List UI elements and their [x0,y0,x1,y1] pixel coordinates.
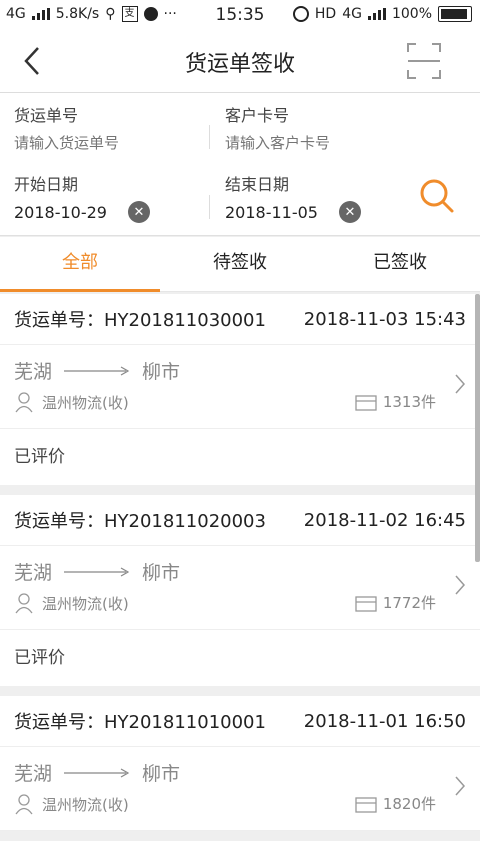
tab-pending[interactable]: 待签收 [160,237,320,291]
order-number-label: 货运单号： [14,511,104,532]
waybill-label: 货运单号 [14,106,79,125]
order-detail-row[interactable]: 芜湖 柳市 温州物流(收) 1313件 [0,345,480,429]
customer-input[interactable] [225,134,415,152]
status-bar: 4G 5.8K/s ⚲ 支 ··· 15:35 HD 4G 100% [0,0,480,30]
battery-icon [438,6,472,22]
status-right: HD 4G 100% [292,6,472,22]
route-from: 芜湖 [14,562,53,584]
carrier-name: 温州物流(收) [42,393,129,412]
battery-percent: 100% [391,6,432,22]
package-count-value: 1313件 [382,393,436,411]
route: 芜湖 柳市 [14,558,180,585]
scan-icon [407,43,441,79]
scrollbar[interactable] [475,294,480,562]
arrow-right-icon [64,767,130,778]
start-date-filter: 开始日期 2018-10-29 [14,171,204,222]
filter-panel: 货运单号 客户卡号 开始日期 2018-10-29 ✕ 结束日期 2018-11… [0,93,480,236]
package-count-value: 1772件 [382,594,436,612]
chevron-right-icon [455,575,466,595]
route-from: 芜湖 [14,763,53,785]
start-date-label: 开始日期 [14,175,79,194]
package-icon [355,796,377,813]
package-count-value: 1820件 [382,795,436,813]
signal-icon-right [367,8,386,20]
route-to: 柳市 [142,361,181,383]
start-date-field[interactable]: 2018-10-29 [14,203,204,222]
order-detail-row[interactable]: 芜湖 柳市 温州物流(收) 1820件 [0,747,480,831]
carrier: 温州物流(收) [14,793,129,815]
chevron-right-icon [455,374,466,394]
order-number: 货运单号：HY201811030001 [14,306,266,332]
order-number-label: 货运单号： [14,712,104,733]
divider [209,195,210,219]
order-datetime: 2018-11-02 16:45 [303,509,466,531]
divider [209,125,210,149]
route-from: 芜湖 [14,361,53,383]
end-date-field[interactable]: 2018-11-05 [225,203,415,222]
search-button[interactable] [418,177,456,215]
order-header: 货运单号：HY201811010001 2018-11-01 16:50 [0,696,480,747]
customer-label: 客户卡号 [225,106,290,125]
package-count: 1313件 [355,391,436,412]
route: 芜湖 柳市 [14,759,180,786]
alarm-icon [292,6,309,22]
waybill-filter: 货运单号 [14,102,204,152]
person-icon [15,794,33,815]
carrier-name: 温州物流(收) [42,795,129,814]
package-count: 1820件 [355,793,436,814]
order-card: 货运单号：HY201811020003 2018-11-02 16:45 芜湖 … [0,495,480,686]
package-icon [355,595,377,612]
route-to: 柳市 [142,763,181,785]
package-icon [355,394,377,411]
arrow-right-icon [64,365,130,376]
clear-end-date-icon[interactable]: ✕ [339,201,361,223]
package-count: 1772件 [355,592,436,613]
waybill-input[interactable] [14,134,204,152]
end-date-label: 结束日期 [225,175,290,194]
hd-indicator: HD [314,6,337,22]
order-header: 货运单号：HY201811030001 2018-11-03 15:43 [0,294,480,345]
route: 芜湖 柳市 [14,357,180,384]
order-status: 已评价 [14,447,65,467]
end-date-value: 2018-11-05 [225,203,318,222]
order-number: 货运单号：HY201811010001 [14,708,266,734]
tab-signed[interactable]: 已签收 [320,237,480,291]
status-tabs: 全部 待签收 已签收 [0,237,480,292]
order-detail-row[interactable]: 芜湖 柳市 温州物流(收) 1772件 [0,546,480,630]
scan-button[interactable] [406,42,442,80]
order-datetime: 2018-11-03 15:43 [303,308,466,330]
customer-filter: 客户卡号 [225,102,415,152]
order-list: 货运单号：HY201811030001 2018-11-03 15:43 芜湖 … [0,294,480,841]
start-date-value: 2018-10-29 [14,203,107,222]
arrow-right-icon [64,566,130,577]
clear-start-date-icon[interactable]: ✕ [128,201,150,223]
network-type-right: 4G [342,6,362,22]
search-icon [420,179,454,213]
end-date-filter: 结束日期 2018-11-05 [225,171,415,222]
tab-all[interactable]: 全部 [0,237,160,292]
order-number-value: HY201811020003 [104,511,266,532]
carrier: 温州物流(收) [14,391,129,413]
carrier-name: 温州物流(收) [42,594,129,613]
order-datetime: 2018-11-01 16:50 [303,710,466,732]
route-to: 柳市 [142,562,181,584]
order-number-value: HY201811010001 [104,712,266,733]
order-status: 已评价 [14,648,65,668]
carrier: 温州物流(收) [14,592,129,614]
app-header: 货运单签收 [0,30,480,93]
person-icon [15,593,33,614]
order-card: 货运单号：HY201811030001 2018-11-03 15:43 芜湖 … [0,294,480,485]
person-icon [15,392,33,413]
order-card: 货运单号：HY201811010001 2018-11-01 16:50 芜湖 … [0,696,480,831]
chevron-right-icon [455,776,466,796]
order-header: 货运单号：HY201811020003 2018-11-02 16:45 [0,495,480,546]
order-number-label: 货运单号： [14,310,104,331]
order-number: 货运单号：HY201811020003 [14,507,266,533]
order-number-value: HY201811030001 [104,310,266,331]
